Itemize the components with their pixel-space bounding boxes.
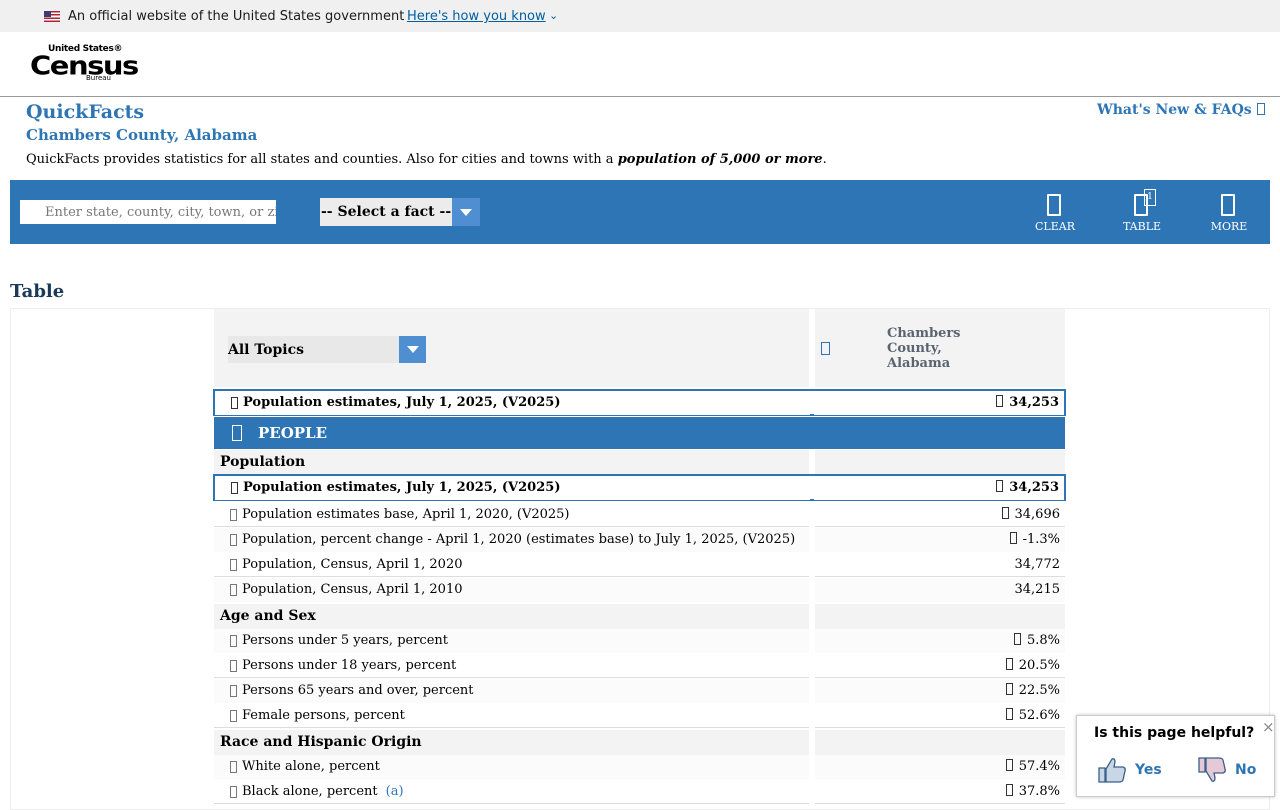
table-row[interactable]: Persons 65 years and over, percent 22.5% — [214, 679, 1065, 703]
headline-row[interactable]: Population estimates, July 1, 2025, (V20… — [213, 389, 1066, 416]
info-icon[interactable] — [230, 559, 237, 571]
info-icon[interactable] — [230, 685, 237, 697]
feedback-widget: Is this page helpful? × Yes No — [1076, 715, 1275, 797]
footnote-link[interactable]: (a) — [386, 784, 404, 799]
info-icon[interactable] — [230, 584, 237, 596]
table-row[interactable]: Population, Census, April 1, 2010 34,215 — [214, 578, 1065, 602]
value-info-icon[interactable] — [1005, 784, 1013, 796]
chevron-down-icon[interactable] — [452, 198, 480, 226]
table-row[interactable]: Persons under 5 years, percent 5.8% — [214, 629, 1065, 653]
close-icon[interactable]: × — [1262, 718, 1275, 736]
external-link-icon — [1256, 103, 1265, 115]
table-row[interactable]: Population estimates base, April 1, 2020… — [214, 503, 1065, 527]
site-header: United States® Census Bureau — [0, 32, 1280, 97]
value-info-icon[interactable] — [1009, 532, 1017, 544]
table-row[interactable]: Population estimates, July 1, 2025, (V20… — [213, 474, 1066, 501]
value-info-icon[interactable] — [1005, 708, 1013, 720]
section-header: Race and Hispanic Origin — [214, 730, 1065, 755]
table-row[interactable]: Population, percent change - April 1, 20… — [214, 528, 1065, 552]
search-input[interactable] — [20, 200, 276, 224]
section-header: Population — [214, 450, 1065, 475]
more-button[interactable]: MORE — [1199, 192, 1259, 236]
whats-new-faqs-link[interactable]: What's New & FAQs — [1097, 102, 1265, 118]
section-header: Age and Sex — [214, 604, 1065, 629]
info-icon[interactable] — [231, 397, 238, 409]
column-header-chambers-county[interactable]: Chambers County, Alabama — [887, 326, 1007, 371]
info-icon[interactable] — [230, 660, 237, 672]
table-button[interactable]: 1 TABLE — [1112, 189, 1172, 236]
clear-button[interactable]: CLEAR — [1025, 192, 1085, 236]
table-row[interactable]: Persons under 18 years, percent 20.5% — [214, 654, 1065, 678]
gov-banner: An official website of the United States… — [0, 0, 1280, 32]
table-row[interactable]: Female persons, percent 52.6% — [214, 704, 1065, 728]
value-info-icon[interactable] — [1005, 759, 1013, 771]
chevron-down-icon[interactable]: ⌄ — [549, 9, 558, 22]
table-count-badge: 1 — [1144, 189, 1156, 206]
table-row[interactable]: Population, Census, April 1, 2020 34,772 — [214, 553, 1065, 577]
table-row[interactable]: White alone, percent 57.4% — [214, 755, 1065, 779]
feedback-no-button[interactable]: No — [1197, 756, 1256, 784]
us-flag-icon — [44, 11, 60, 22]
value-info-icon[interactable] — [1005, 658, 1013, 670]
info-icon[interactable] — [230, 509, 237, 521]
people-icon — [232, 425, 242, 441]
page-description: QuickFacts provides statistics for all s… — [26, 152, 827, 167]
page-subtitle: Chambers County, Alabama — [26, 126, 258, 144]
column-info-icon[interactable] — [821, 342, 830, 355]
thumbs-down-icon — [1198, 757, 1226, 782]
all-topics-dropdown[interactable]: All Topics — [228, 336, 426, 363]
feedback-question: Is this page helpful? — [1094, 725, 1255, 741]
value-info-icon[interactable] — [996, 480, 1004, 492]
toolbar: -- Select a fact -- CLEAR 1 TABLE MORE — [10, 180, 1270, 244]
info-icon[interactable] — [230, 534, 237, 546]
info-icon[interactable] — [230, 761, 237, 773]
value-info-icon[interactable] — [1001, 507, 1009, 519]
clear-icon — [1047, 194, 1061, 216]
value-info-icon[interactable] — [996, 395, 1004, 407]
value-info-icon[interactable] — [1013, 633, 1021, 645]
table-row[interactable]: Black alone, percent (a) 37.8% — [214, 780, 1065, 804]
feedback-yes-button[interactable]: Yes — [1097, 756, 1162, 784]
value-info-icon[interactable] — [1005, 683, 1013, 695]
page-title[interactable]: QuickFacts — [26, 101, 144, 123]
info-icon[interactable] — [230, 710, 237, 722]
more-icon — [1221, 194, 1235, 216]
heres-how-you-know-link[interactable]: Here's how you know — [407, 9, 546, 24]
info-icon[interactable] — [231, 482, 238, 494]
info-icon[interactable] — [230, 635, 237, 647]
select-fact-dropdown[interactable]: -- Select a fact -- — [320, 198, 480, 226]
chevron-down-icon[interactable] — [399, 336, 426, 363]
thumbs-up-icon — [1098, 758, 1126, 783]
gov-banner-text: An official website of the United States… — [68, 9, 405, 24]
people-section-header[interactable]: PEOPLE — [214, 417, 1065, 449]
census-logo[interactable]: United States® Census Bureau — [30, 44, 139, 84]
table-heading: Table — [10, 281, 65, 302]
info-icon[interactable] — [230, 786, 237, 798]
